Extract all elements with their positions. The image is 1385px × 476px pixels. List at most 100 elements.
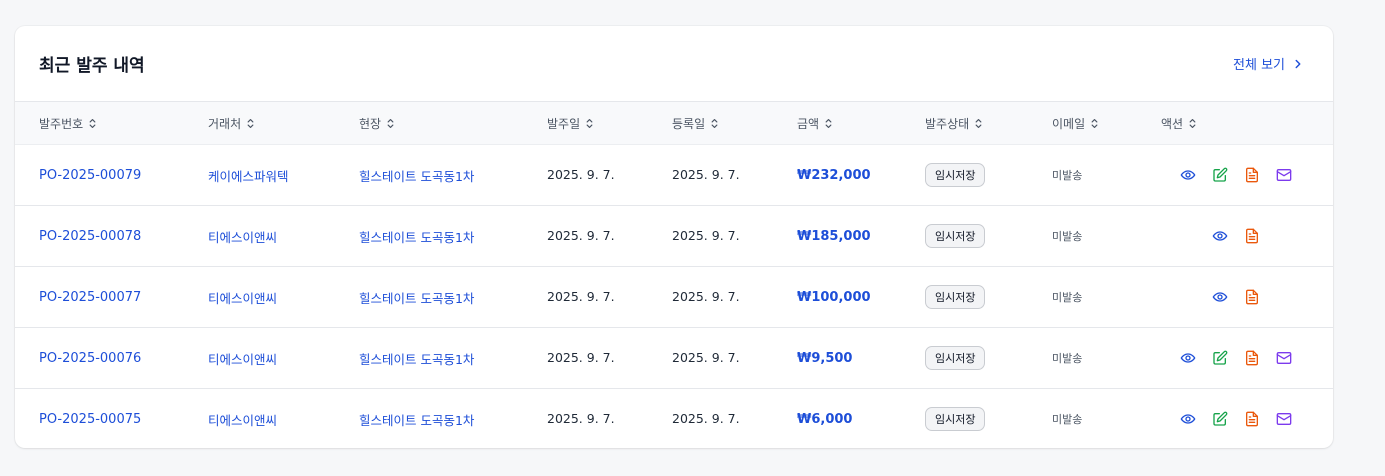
status-badge: 임시저장 [925, 285, 986, 309]
registered-date: 2025. 9. 7. [672, 289, 740, 304]
mail-button[interactable] [1276, 350, 1292, 366]
card-header: 최근 발주 내역 전체 보기 [15, 26, 1333, 102]
amount: ₩9,500 [797, 350, 853, 366]
status-badge: 임시저장 [925, 346, 986, 370]
sort-icon [89, 118, 96, 128]
amount: ₩6,000 [797, 411, 853, 427]
site-link[interactable]: 힐스테이트 도곡동1차 [359, 230, 474, 245]
sort-icon [711, 118, 718, 128]
order-date: 2025. 9. 7. [547, 167, 615, 182]
pdf-button[interactable] [1244, 228, 1260, 244]
table-row: PO-2025-00078 티에스이앤씨 힐스테이트 도곡동1차 2025. 9… [15, 206, 1333, 267]
column-header-amount[interactable]: 금액 [797, 115, 925, 132]
order-date: 2025. 9. 7. [547, 350, 615, 365]
view-all-link[interactable]: 전체 보기 [1233, 54, 1309, 73]
column-header-email[interactable]: 이메일 [1052, 115, 1161, 132]
registered-date: 2025. 9. 7. [672, 350, 740, 365]
document-icon [1246, 228, 1258, 244]
email-status: 미발송 [1052, 352, 1083, 365]
po-number-link[interactable]: PO-2025-00079 [39, 168, 141, 183]
site-link[interactable]: 힐스테이트 도곡동1차 [359, 413, 474, 428]
status-badge: 임시저장 [925, 163, 986, 187]
sort-icon [1091, 118, 1098, 128]
order-date: 2025. 9. 7. [547, 411, 615, 426]
column-header-registered-date[interactable]: 등록일 [672, 115, 797, 132]
sort-icon [387, 118, 394, 128]
column-header-status[interactable]: 발주상태 [925, 115, 1052, 132]
registered-date: 2025. 9. 7. [672, 167, 740, 182]
status-badge: 임시저장 [925, 407, 986, 431]
column-header-order-date[interactable]: 발주일 [547, 115, 672, 132]
mail-button[interactable] [1276, 167, 1292, 183]
mail-icon [1276, 413, 1292, 425]
order-date: 2025. 9. 7. [547, 228, 615, 243]
document-icon [1246, 289, 1258, 305]
po-number-link[interactable]: PO-2025-00078 [39, 229, 141, 244]
chevron-right-icon [1295, 59, 1301, 68]
pdf-button[interactable] [1244, 411, 1260, 427]
card-title: 최근 발주 내역 [39, 56, 145, 76]
column-header-vendor[interactable]: 거래처 [208, 115, 359, 132]
po-number-link[interactable]: PO-2025-00075 [39, 412, 141, 427]
vendor-link[interactable]: 티에스이앤씨 [208, 413, 277, 428]
row-actions [1161, 289, 1311, 305]
pdf-button[interactable] [1244, 167, 1260, 183]
amount: ₩185,000 [797, 228, 871, 244]
email-status: 미발송 [1052, 230, 1083, 243]
mail-button[interactable] [1276, 411, 1292, 427]
column-header-po-number[interactable]: 발주번호 [15, 115, 208, 132]
mail-icon [1276, 352, 1292, 364]
mail-icon [1276, 169, 1292, 181]
vendor-link[interactable]: 티에스이앤씨 [208, 352, 277, 367]
vendor-link[interactable]: 케이에스파워텍 [208, 169, 289, 184]
table-row: PO-2025-00075 티에스이앤씨 힐스테이트 도곡동1차 2025. 9… [15, 389, 1333, 448]
site-link[interactable]: 힐스테이트 도곡동1차 [359, 352, 474, 367]
site-link[interactable]: 힐스테이트 도곡동1차 [359, 291, 474, 306]
column-header-site[interactable]: 현장 [359, 115, 547, 132]
column-header-actions[interactable]: 액션 [1161, 115, 1311, 132]
pdf-button[interactable] [1244, 289, 1260, 305]
table-row: PO-2025-00077 티에스이앤씨 힐스테이트 도곡동1차 2025. 9… [15, 267, 1333, 328]
edit-icon [1213, 411, 1228, 426]
column-label: 액션 [1161, 116, 1184, 131]
document-icon [1246, 167, 1258, 183]
vendor-link[interactable]: 티에스이앤씨 [208, 291, 277, 306]
edit-button[interactable] [1212, 167, 1228, 183]
row-actions [1161, 350, 1311, 366]
row-actions [1161, 228, 1311, 244]
column-label: 발주번호 [39, 116, 84, 131]
amount: ₩100,000 [797, 289, 871, 305]
sort-icon [1189, 118, 1196, 128]
pdf-button[interactable] [1244, 350, 1260, 366]
po-number-link[interactable]: PO-2025-00076 [39, 351, 141, 366]
column-label: 금액 [797, 116, 820, 131]
view-button[interactable] [1212, 228, 1228, 244]
view-button[interactable] [1180, 350, 1196, 366]
document-icon [1246, 411, 1258, 427]
edit-button[interactable] [1212, 411, 1228, 427]
email-status: 미발송 [1052, 291, 1083, 304]
view-button[interactable] [1180, 167, 1196, 183]
eye-icon [1212, 292, 1228, 302]
eye-icon [1212, 231, 1228, 241]
po-number-link[interactable]: PO-2025-00077 [39, 290, 141, 305]
view-button[interactable] [1212, 289, 1228, 305]
edit-button[interactable] [1212, 350, 1228, 366]
registered-date: 2025. 9. 7. [672, 411, 740, 426]
column-label: 이메일 [1052, 116, 1086, 131]
table-row: PO-2025-00079 케이에스파워텍 힐스테이트 도곡동1차 2025. … [15, 145, 1333, 206]
view-button[interactable] [1180, 411, 1196, 427]
edit-icon [1213, 350, 1228, 365]
eye-icon [1180, 353, 1196, 363]
email-status: 미발송 [1052, 413, 1083, 426]
table-row: PO-2025-00076 티에스이앤씨 힐스테이트 도곡동1차 2025. 9… [15, 328, 1333, 389]
eye-icon [1180, 170, 1196, 180]
recent-orders-card: 최근 발주 내역 전체 보기 발주번호 거래처 현장 발주일 등록일 금액 발주… [15, 26, 1333, 448]
registered-date: 2025. 9. 7. [672, 228, 740, 243]
document-icon [1246, 350, 1258, 366]
table-header: 발주번호 거래처 현장 발주일 등록일 금액 발주상태 이메일 액션 [15, 102, 1333, 145]
row-actions [1161, 167, 1311, 183]
vendor-link[interactable]: 티에스이앤씨 [208, 230, 277, 245]
sort-icon [975, 118, 982, 128]
site-link[interactable]: 힐스테이트 도곡동1차 [359, 169, 474, 184]
